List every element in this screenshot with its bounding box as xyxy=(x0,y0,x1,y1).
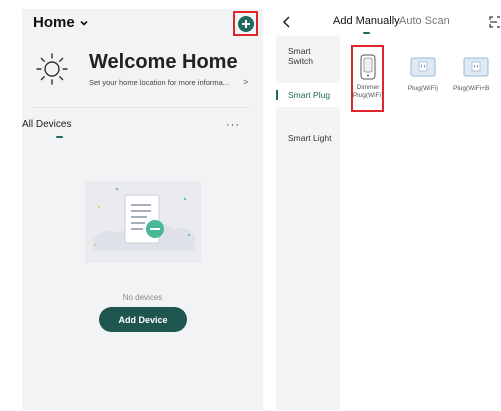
divider xyxy=(33,107,250,108)
plug-icon xyxy=(463,57,489,77)
plug-icon xyxy=(410,57,436,77)
empty-devices-illustration xyxy=(85,181,201,263)
tab-active-indicator xyxy=(363,32,370,34)
device-label: Plug(WiFi) xyxy=(407,85,439,92)
category-label: Smart Switch xyxy=(288,46,314,66)
device-label: Dimmer Plug(WiFi) xyxy=(352,84,384,99)
category-smart-plug[interactable]: Smart Plug xyxy=(276,83,340,107)
tab-add-manually[interactable]: Add Manually xyxy=(333,15,400,27)
dimmer-plug-icon xyxy=(360,54,376,80)
tab-active-indicator xyxy=(56,136,63,138)
device-label: Plug(WiFi+B xyxy=(453,85,490,92)
chevron-right-icon[interactable]: > xyxy=(243,77,248,87)
category-label: Smart Light xyxy=(288,133,332,143)
scan-icon[interactable] xyxy=(489,16,501,28)
category-label: Smart Plug xyxy=(288,90,331,100)
device-tile-dimmer-plug[interactable]: Dimmer Plug(WiFi) xyxy=(343,54,393,100)
add-device-button[interactable]: Add Device xyxy=(99,307,187,332)
welcome-title: Welcome Home xyxy=(89,51,238,73)
category-smart-light[interactable]: Smart Light xyxy=(276,126,340,150)
sun-icon xyxy=(36,53,68,85)
add-button[interactable] xyxy=(237,15,254,32)
add-button-highlight xyxy=(233,11,258,36)
more-options-icon[interactable]: ··· xyxy=(226,119,240,131)
tab-all-devices[interactable]: All Devices xyxy=(22,119,71,130)
add-device-screen: Add Manually Auto Scan Smart Switch Smar… xyxy=(276,9,501,410)
tab-auto-scan[interactable]: Auto Scan xyxy=(399,15,450,27)
home-selector[interactable]: Home xyxy=(33,14,89,31)
home-label: Home xyxy=(33,14,75,31)
empty-state-text: No devices xyxy=(122,293,163,302)
welcome-subtitle[interactable]: Set your home location for more informa.… xyxy=(89,78,229,87)
device-tile-plug-wifi-ble[interactable]: Plug(WiFi+B xyxy=(451,57,501,93)
category-sidebar: Smart Switch Smart Plug Smart Light xyxy=(276,36,340,410)
home-screen: Home Welcome Home Set your home location… xyxy=(22,9,263,410)
category-smart-switch[interactable]: Smart Switch xyxy=(276,46,340,66)
chevron-down-icon xyxy=(80,20,88,26)
device-tile-plug-wifi[interactable]: Plug(WiFi) xyxy=(398,57,448,93)
back-arrow-icon[interactable] xyxy=(281,15,293,29)
